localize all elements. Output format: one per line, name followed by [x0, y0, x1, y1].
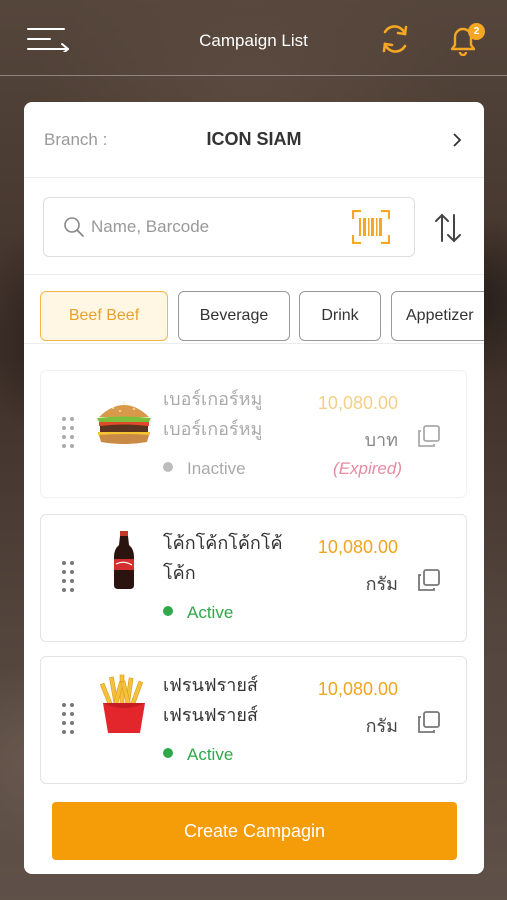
filter-chip-beverage[interactable]: Beverage: [178, 291, 290, 341]
expired-label: (Expired): [333, 459, 402, 478]
drag-handle-icon[interactable]: [61, 560, 75, 592]
drag-handle-icon[interactable]: [61, 416, 75, 448]
item-name-line: เฟรนฟรายส์: [163, 705, 258, 726]
cola-bottle-icon: [114, 531, 134, 589]
copy-icon[interactable]: [416, 567, 442, 593]
notification-button[interactable]: 2: [446, 22, 486, 56]
status-dot: [163, 748, 173, 758]
item-name: เบอร์เกอร์หมู เบอร์เกอร์หมู: [163, 385, 293, 445]
filter-chip-label: Appetizer: [406, 307, 474, 324]
item-name-line: เบอร์เกอร์หมู: [163, 419, 263, 440]
status-text: Active: [187, 745, 234, 764]
campaign-item[interactable]: เฟรนฟรายส์ เฟรนฟรายส์ 10,080.00 กรัม Act…: [40, 656, 467, 784]
branch-selector[interactable]: Branch : ICON SIAM: [24, 102, 484, 178]
status-text: Active: [187, 603, 234, 622]
sort-icon[interactable]: [433, 212, 463, 244]
status-label: Active: [163, 603, 233, 623]
item-name: เฟรนฟรายส์ เฟรนฟรายส์: [163, 671, 293, 731]
item-name-line: เฟรนฟรายส์: [163, 675, 258, 696]
copy-icon[interactable]: [416, 709, 442, 735]
refresh-icon[interactable]: [378, 22, 412, 56]
item-unit: บาท: [364, 430, 398, 451]
item-name-line: โค้ก: [163, 563, 196, 584]
copy-icon[interactable]: [416, 423, 442, 449]
item-price: 10,080.00: [317, 393, 398, 413]
chevron-right-icon[interactable]: [450, 132, 464, 148]
search-input[interactable]: [91, 212, 341, 242]
item-price: 10,080.00: [317, 679, 398, 699]
filter-chip-appetizer[interactable]: Appetizer: [391, 291, 484, 341]
filter-chip-label: Beverage: [199, 307, 269, 324]
search-icon: [64, 217, 84, 237]
status-label: Inactive: [163, 459, 246, 479]
status-text: Inactive: [187, 459, 246, 478]
notification-badge: 2: [468, 23, 485, 40]
filter-chip-beef[interactable]: Beef Beef: [40, 291, 168, 341]
french-fries-icon: [99, 674, 145, 733]
page-title: Campaign List: [199, 31, 308, 50]
item-name-line: เบอร์เกอร์หมู: [163, 389, 263, 410]
filter-chip-label: Beef Beef: [68, 307, 140, 324]
item-unit: กรัม: [365, 716, 398, 737]
status-dot: [163, 606, 173, 616]
create-campaign-button[interactable]: Create Campagin: [52, 802, 457, 860]
branch-name: ICON SIAM: [206, 129, 302, 149]
campaign-item[interactable]: เบอร์เกอร์หมู เบอร์เกอร์หมู 10,080.00 บา…: [40, 370, 467, 498]
filter-chip-drink[interactable]: Drink: [299, 291, 381, 341]
status-dot: [163, 462, 173, 472]
status-label: Active: [163, 745, 233, 765]
campaign-panel: Branch : ICON SIAM Name, Barcode Beef Be…: [24, 102, 484, 874]
barcode-scan-icon[interactable]: [352, 210, 390, 244]
item-name: โค้กโค้กโค้กโค้ โค้ก: [163, 529, 293, 589]
item-name-line: โค้กโค้กโค้กโค้: [163, 533, 283, 554]
burger-icon: [97, 402, 151, 444]
item-price: 10,080.00: [317, 537, 398, 557]
campaign-item[interactable]: โค้กโค้กโค้กโค้ โค้ก 10,080.00 กรัม Acti…: [40, 514, 467, 642]
filter-chip-label: Drink: [321, 307, 359, 324]
item-unit: กรัม: [365, 574, 398, 595]
search-box: [43, 197, 415, 257]
category-filter-bar: Beef Beef Beverage Drink Appetizer: [24, 274, 484, 344]
top-bar: Campaign List 2: [0, 0, 507, 76]
drag-handle-icon[interactable]: [61, 702, 75, 734]
